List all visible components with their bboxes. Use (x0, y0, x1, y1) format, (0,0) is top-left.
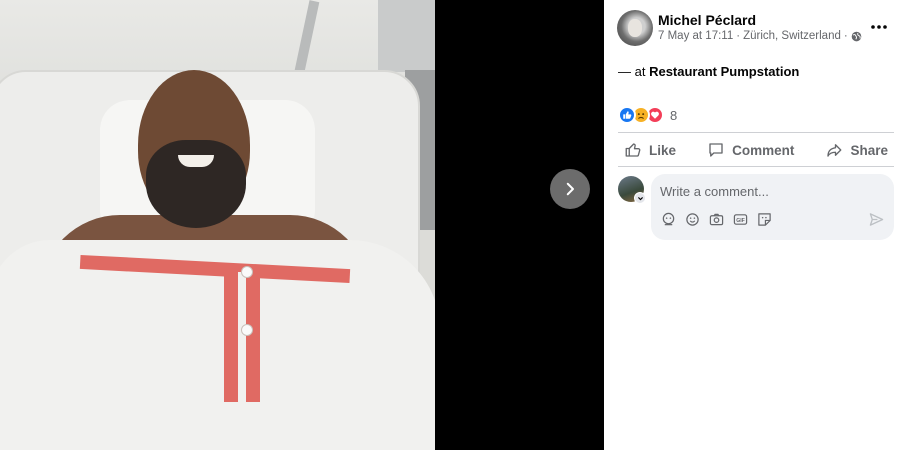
post-location[interactable]: Zürich, Switzerland (743, 30, 841, 42)
reactions-summary[interactable]: 8 (618, 106, 677, 124)
post-date[interactable]: 7 May at 17:11 (658, 30, 733, 42)
share-button[interactable]: Share (819, 135, 894, 165)
send-icon[interactable] (868, 211, 884, 227)
sticker-icon[interactable] (756, 211, 772, 227)
author-name[interactable]: Michel Péclard (658, 12, 756, 28)
author-avatar[interactable] (617, 10, 653, 46)
photo-gown-placket-inner (238, 272, 246, 402)
like-icon (625, 143, 641, 157)
reaction-count[interactable]: 8 (670, 108, 677, 123)
comment-icon (709, 143, 723, 157)
share-icon (827, 144, 842, 157)
photo-beard (146, 140, 246, 228)
divider (618, 132, 894, 133)
svg-text:GIF: GIF (736, 217, 745, 223)
comment-input[interactable] (660, 182, 885, 200)
photo-gown-button-bottom (241, 324, 253, 336)
camera-icon[interactable] (708, 211, 724, 227)
share-label: Share (850, 142, 888, 158)
globe-icon[interactable] (851, 31, 862, 42)
meta-separator: · (736, 30, 741, 42)
next-photo-button[interactable] (550, 169, 590, 209)
divider (618, 166, 894, 167)
photo-equipment-box (378, 0, 435, 72)
like-label: Like (649, 142, 677, 158)
more-horizontal-icon (871, 25, 887, 29)
post-photo[interactable] (0, 0, 435, 450)
meta-separator: · (843, 30, 848, 42)
checkin-place-link[interactable]: Restaurant Pumpstation (649, 64, 799, 79)
chevron-right-icon (566, 182, 574, 196)
photo-gown-button-top (241, 266, 253, 278)
post-side-panel: Michel Péclard 7 May at 17:11 · Zürich, … (604, 0, 900, 450)
chevron-down-icon[interactable] (634, 192, 646, 204)
media-viewer (0, 0, 604, 450)
post-text: — at Restaurant Pumpstation (618, 64, 799, 79)
comment-button[interactable]: Comment (701, 135, 800, 165)
emoji-icon[interactable] (684, 211, 700, 227)
gif-icon[interactable]: GIF (732, 211, 748, 227)
avatar-sticker-icon[interactable] (660, 211, 676, 227)
like-button[interactable]: Like (618, 135, 682, 165)
post-text-prefix: — at (618, 64, 650, 79)
comment-tools: GIF (660, 211, 772, 227)
like-reaction-icon (618, 106, 636, 124)
post-meta: 7 May at 17:11 · Zürich, Switzerland · (658, 30, 862, 42)
comment-label: Comment (732, 142, 795, 158)
more-options-button[interactable] (866, 14, 892, 40)
post-actions: Like Comment Share (618, 135, 894, 165)
comment-composer: GIF (651, 174, 894, 240)
